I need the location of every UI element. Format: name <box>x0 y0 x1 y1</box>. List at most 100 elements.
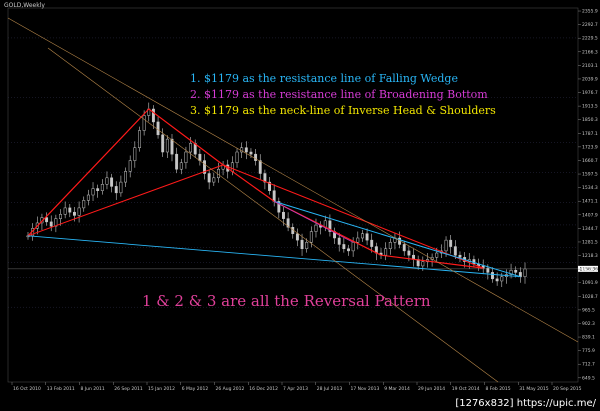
candle-body <box>119 181 123 194</box>
y-tick-label: 1534.3 <box>582 185 598 191</box>
candle-body <box>45 217 49 223</box>
candle-body <box>314 224 318 232</box>
candle-body <box>77 207 81 216</box>
y-tick-label: 1091.9 <box>582 280 598 286</box>
y-tick-label: 2039.9 <box>582 76 598 82</box>
candle-body <box>300 239 304 249</box>
candle-body <box>309 231 313 243</box>
x-tick-label: 16 Oct 2010 <box>13 386 41 392</box>
candle-body <box>114 186 118 194</box>
x-tick-label: 31 May 2015 <box>519 386 548 392</box>
candle-body <box>249 151 253 155</box>
candle-body <box>458 254 462 258</box>
candle-body <box>491 272 494 280</box>
y-tick-label: 1281.5 <box>582 239 598 245</box>
candle-body <box>216 168 220 179</box>
image-credit: [1276x832] https://upic.me/ <box>453 398 598 409</box>
candle-body <box>230 162 234 172</box>
x-tick-label: 7 Apr 2013 <box>283 386 308 392</box>
candle-body <box>523 268 527 277</box>
candle-body <box>184 151 188 164</box>
candle-body <box>68 207 72 213</box>
x-tick-label: 8 Feb 2015 <box>486 386 511 392</box>
candle-body <box>235 151 239 164</box>
candle-body <box>105 177 109 185</box>
candle-body <box>360 233 364 239</box>
x-tick-label: 29 Jun 2014 <box>418 386 445 392</box>
x-tick-label: 17 Nov 2013 <box>351 386 380 392</box>
candle-body <box>189 143 193 153</box>
candle-body <box>124 171 127 183</box>
candle-body <box>435 252 439 258</box>
y-tick-label: 965.5 <box>582 307 595 313</box>
price-axis: 2355.9 2292.7 2229.5 2166.3 2103.1 2039.9 1976… <box>578 9 598 381</box>
candle-body <box>212 177 216 183</box>
y-tick-label: 2292.7 <box>582 22 598 28</box>
x-tick-label: 6 May 2012 <box>182 386 209 392</box>
candle-body <box>342 244 346 249</box>
candle-body <box>356 237 360 243</box>
y-tick-label: 712.7 <box>582 362 595 368</box>
y-tick-label: 2166.3 <box>582 49 598 55</box>
candle-body <box>170 138 174 155</box>
x-tick-label: 26 Aug 2012 <box>216 386 245 392</box>
x-tick-label: 19 Oct 2014 <box>452 386 480 392</box>
candle-body <box>72 211 76 216</box>
candle-body <box>244 147 248 153</box>
candle-body <box>337 237 341 245</box>
candle-body <box>198 153 202 161</box>
y-tick-label: 1218.3 <box>582 253 598 259</box>
candle-body <box>402 244 406 252</box>
y-tick-label: 1913.5 <box>582 104 598 110</box>
price-chart: 1156.36 2355.92292.72229.52166.32103.120… <box>7 7 598 392</box>
y-tick-label: 1723.9 <box>582 144 598 150</box>
candle-body <box>295 233 299 241</box>
y-tick-label: 1028.7 <box>582 294 598 300</box>
annotation-falling-wedge: 1. $1179 as the resistance line of Falli… <box>190 72 458 85</box>
reversal-pattern-caption: 1 & 2 & 3 are all the Reversal Pattern <box>142 292 431 310</box>
candle-body <box>254 153 258 161</box>
x-tick-label: 28 Jul 2013 <box>317 386 343 392</box>
candle-body <box>258 160 262 174</box>
candle-body <box>347 248 350 252</box>
candle-body <box>272 190 276 202</box>
candle-body <box>351 242 355 252</box>
candle-body <box>207 173 211 183</box>
y-tick-label: 1660.7 <box>582 158 598 164</box>
candle-body <box>59 214 62 219</box>
candle-body <box>370 239 374 247</box>
candle-body <box>179 162 183 170</box>
y-tick-label: 1976.7 <box>582 90 598 96</box>
candle-body <box>49 221 53 227</box>
x-tick-label: 13 Feb 2011 <box>47 386 75 392</box>
candle-body <box>165 138 169 153</box>
chart-title: GOLD,Weekly <box>4 2 45 9</box>
candle-body <box>161 134 165 153</box>
y-tick-label: 1471.1 <box>582 199 598 205</box>
candle-body <box>305 242 309 249</box>
x-tick-label: 15 Jan 2012 <box>148 386 175 392</box>
annotation-broadening-bottom: 2. $1179 as the resistance line of Broad… <box>190 88 488 101</box>
x-tick-label: 26 Sep 2011 <box>114 386 143 392</box>
y-tick-label: 902.3 <box>582 321 595 327</box>
y-tick-label: 775.9 <box>582 348 595 354</box>
y-tick-label: 1407.9 <box>582 212 598 218</box>
y-tick-label: 1787.1 <box>582 131 598 137</box>
time-axis: 16 Oct 2010 13 Feb 2011 8 Jun 2011 26 Sep 2… <box>11 382 582 392</box>
candle-body <box>110 177 114 187</box>
candle-body <box>388 242 392 249</box>
candle-body <box>151 108 155 123</box>
candle-body <box>365 233 369 241</box>
candle-body <box>407 250 411 256</box>
y-tick-label: 1155.1 <box>582 267 598 273</box>
y-tick-label: 2103.1 <box>582 63 598 69</box>
y-tick-label: 839.1 <box>582 335 595 341</box>
candle-body <box>175 153 179 170</box>
y-tick-label: 1850.3 <box>582 117 598 123</box>
y-tick-label: 2355.9 <box>582 9 598 15</box>
candle-body <box>514 269 518 273</box>
x-tick-label: 8 Jun 2011 <box>81 386 105 392</box>
y-tick-label: 1344.7 <box>582 226 598 232</box>
annotation-inverse-head-shoulders: 3. $1179 as the neck-line of Inverse Hea… <box>190 104 496 117</box>
candle-body <box>453 246 457 256</box>
